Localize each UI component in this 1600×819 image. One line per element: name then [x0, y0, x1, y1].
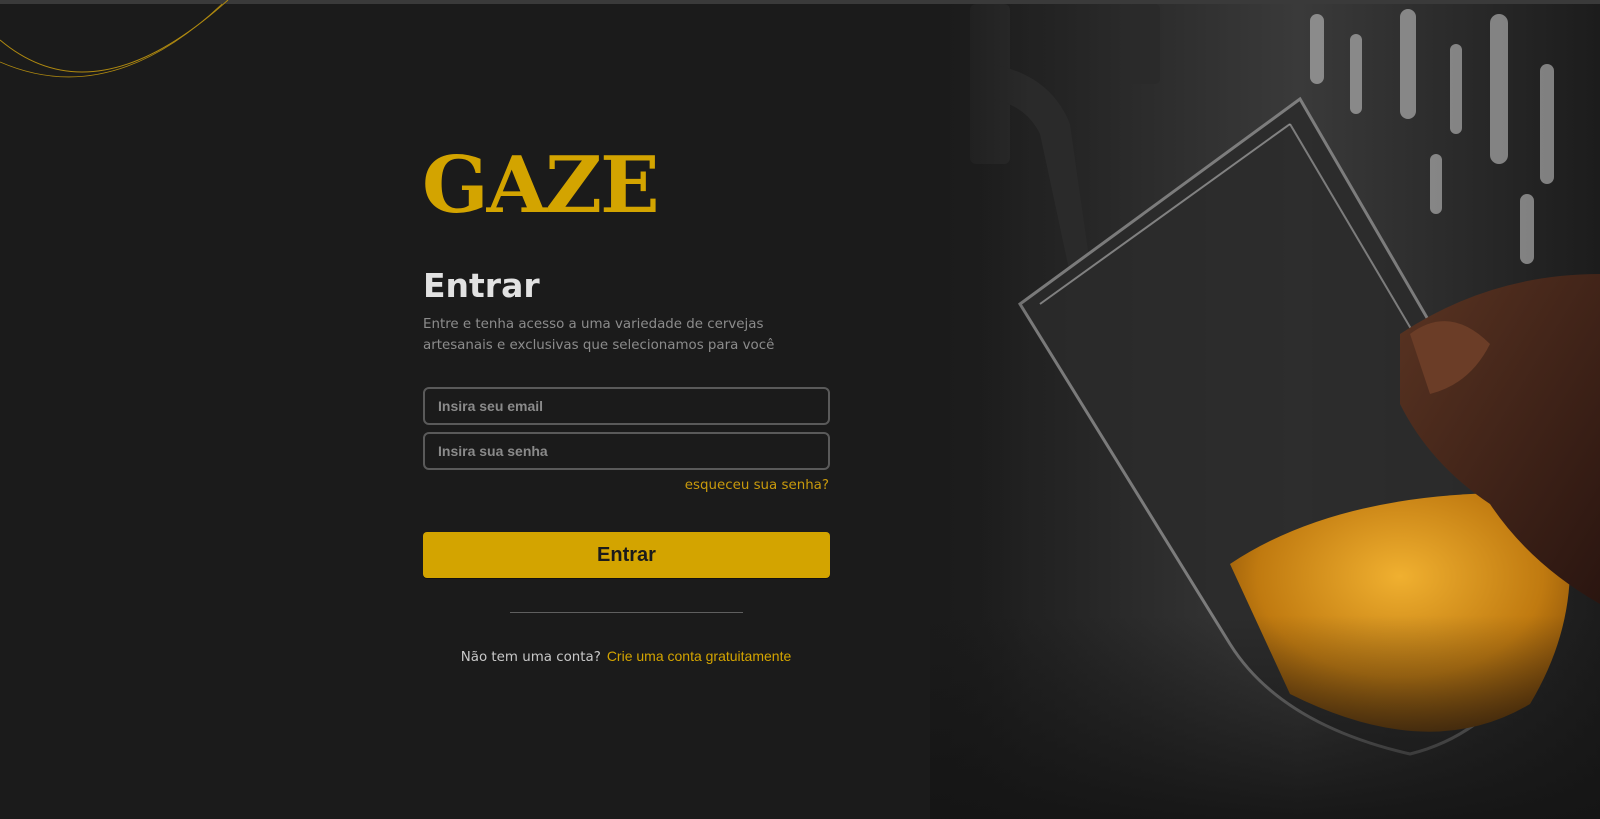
login-button[interactable]: Entrar	[423, 532, 830, 578]
beer-tap-photo	[930, 4, 1600, 819]
no-account-text: Não tem uma conta?	[460, 650, 601, 665]
brand-logo: GAZE	[422, 148, 660, 231]
subtitle-line-2: artesanais e exclusivas que selecionamos…	[423, 338, 775, 353]
subtitle-line-1: Entre e tenha acesso a uma variedade de …	[423, 317, 764, 332]
decorative-arcs	[0, 0, 229, 78]
email-field[interactable]	[423, 387, 830, 425]
forgot-password-link[interactable]: esqueceu sua senha?	[685, 478, 829, 493]
page-title: Entrar	[423, 266, 540, 305]
signup-link[interactable]: Crie uma conta gratuitamente	[607, 648, 791, 664]
divider	[510, 612, 743, 613]
page-subtitle: Entre e tenha acesso a uma variedade de …	[423, 314, 823, 356]
logo-text: GAZE	[422, 148, 658, 231]
password-field[interactable]	[423, 432, 830, 470]
